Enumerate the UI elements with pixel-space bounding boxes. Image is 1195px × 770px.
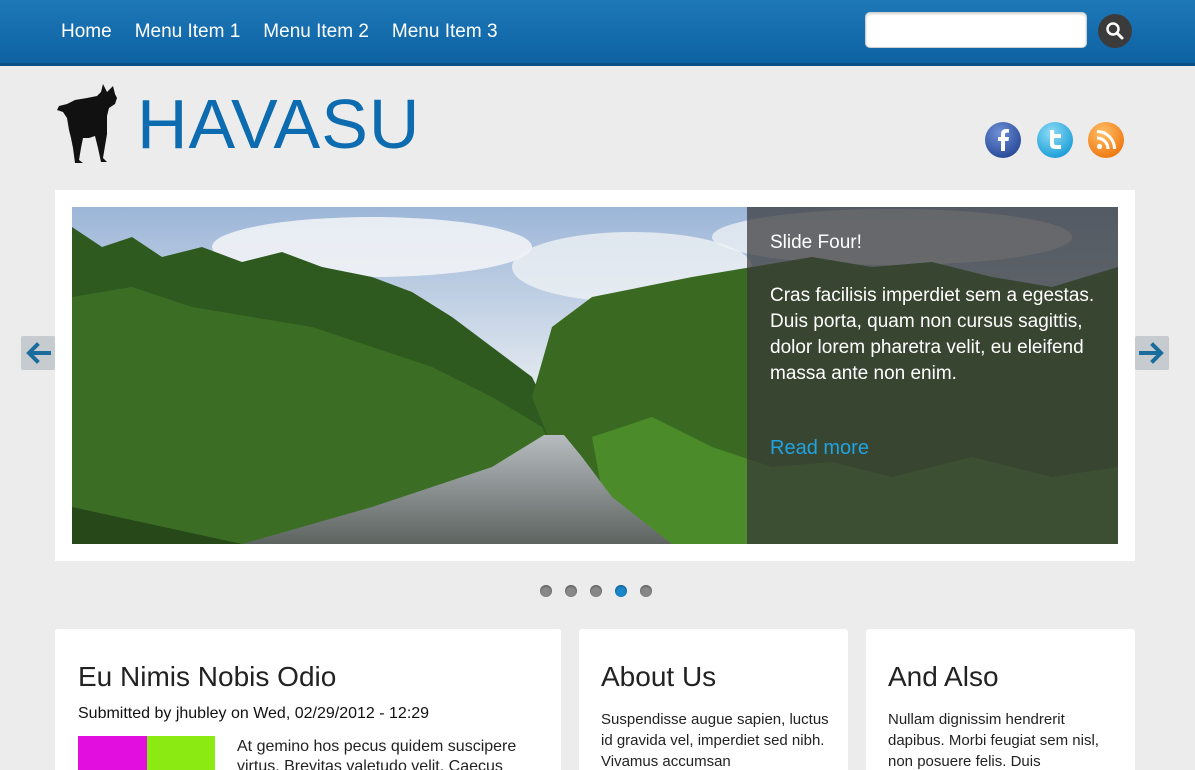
search-input[interactable] [865,12,1087,48]
about-us-title: About Us [601,661,717,692]
nav-menu-item-1[interactable]: Menu Item 1 [135,20,241,44]
post-title[interactable]: Eu Nimis Nobis Odio [78,661,336,693]
rss-link[interactable] [1087,121,1125,159]
slider-pagination [540,585,652,597]
slide-dot-1[interactable] [540,585,552,597]
twitter-icon [1037,122,1073,158]
and-also-title: And Also [888,661,999,692]
facebook-link[interactable] [984,121,1022,159]
and-also-card: And Also Nullam dignissim hendrerit dapi… [866,629,1135,770]
main-menu: Home Menu Item 1 Menu Item 2 Menu Item 3 [61,20,521,44]
nav-menu-item-2[interactable]: Menu Item 2 [263,20,369,44]
dog-logo-icon[interactable] [57,82,121,166]
main-post-card: Eu Nimis Nobis Odio Submitted by jhubley… [55,629,561,770]
slider-prev-button[interactable] [21,336,55,370]
search-icon [1106,22,1124,40]
arrow-right-icon [1139,342,1164,364]
post-byline: Submitted by jhubley on Wed, 02/29/2012 … [78,705,430,722]
slider-next-button[interactable] [1135,336,1169,370]
slide-dot-2[interactable] [565,585,577,597]
slide-dot-4[interactable] [615,585,627,597]
nav-menu-item-3[interactable]: Menu Item 3 [392,20,498,44]
slide-dot-5[interactable] [640,585,652,597]
slide-text: Cras facilisis imperdiet sem a egestas. … [770,285,1095,384]
search-button[interactable] [1098,14,1132,48]
post-thumbnail[interactable] [78,736,215,770]
facebook-icon [985,122,1021,158]
post-teaser: At gemino hos pecus quidem suscipere vir… [237,738,517,770]
and-also-text: Nullam dignissim hendrerit dapibus. Morb… [888,711,1099,770]
about-us-card: About Us Suspendisse augue sapien, luctu… [579,629,848,770]
nav-home[interactable]: Home [61,20,112,44]
arrow-left-icon [26,342,51,364]
rss-icon [1088,122,1124,158]
site-title[interactable]: HAVASU [137,84,420,164]
twitter-link[interactable] [1036,121,1074,159]
read-more-link[interactable]: Read more [770,437,869,460]
slide-dot-3[interactable] [590,585,602,597]
about-us-text: Suspendisse augue sapien, luctus id grav… [601,711,829,770]
top-nav-bar: Home Menu Item 1 Menu Item 2 Menu Item 3 [0,0,1195,66]
slide-title: Slide Four! [770,232,862,253]
